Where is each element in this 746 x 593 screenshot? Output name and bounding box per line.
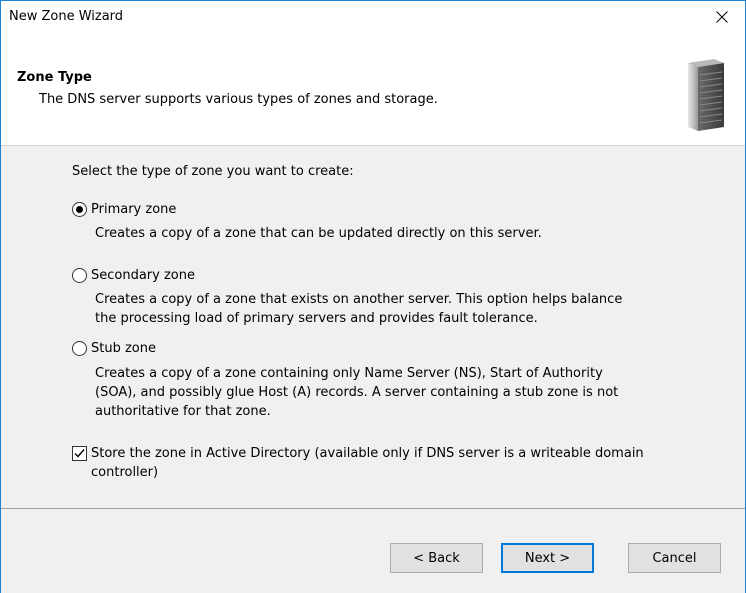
window-title: New Zone Wizard: [9, 9, 124, 24]
server-icon: [688, 59, 724, 131]
page-subtitle: The DNS server supports various types of…: [39, 92, 438, 107]
primary-zone-description: Creates a copy of a zone that can be upd…: [95, 226, 542, 241]
radio-checked-icon: [72, 202, 87, 217]
close-icon: [716, 10, 728, 23]
store-in-ad-label: Store the zone in Active Directory (avai…: [91, 446, 644, 480]
secondary-zone-description: Creates a copy of a zone that exists on …: [95, 292, 623, 326]
radio-unchecked-icon: [72, 268, 87, 283]
stub-zone-radio[interactable]: Stub zone: [72, 341, 156, 356]
store-in-ad-checkbox[interactable]: Store the zone in Active Directory (avai…: [72, 444, 644, 482]
next-button[interactable]: Next >: [501, 543, 594, 573]
back-button[interactable]: < Back: [390, 543, 483, 573]
close-button[interactable]: [699, 1, 745, 32]
wizard-header: Zone Type The DNS server supports variou…: [1, 32, 745, 146]
primary-zone-label: Primary zone: [91, 202, 177, 217]
checkbox-checked-icon: [72, 446, 87, 461]
wizard-content: Select the type of zone you want to crea…: [1, 146, 745, 508]
primary-zone-radio[interactable]: Primary zone: [72, 202, 176, 217]
radio-unchecked-icon: [72, 341, 87, 356]
dialog-window: New Zone Wizard Zone Type The DNS server…: [0, 0, 746, 593]
stub-zone-description: Creates a copy of a zone containing only…: [95, 366, 619, 419]
wizard-footer: < Back Next > Cancel: [1, 508, 745, 593]
title-bar: New Zone Wizard: [1, 1, 745, 32]
stub-zone-label: Stub zone: [91, 341, 156, 356]
zone-type-prompt: Select the type of zone you want to crea…: [72, 164, 354, 179]
page-title: Zone Type: [17, 70, 92, 85]
secondary-zone-radio[interactable]: Secondary zone: [72, 268, 195, 283]
cancel-button[interactable]: Cancel: [628, 543, 721, 573]
checkmark-icon: [74, 449, 85, 458]
secondary-zone-label: Secondary zone: [91, 268, 195, 283]
